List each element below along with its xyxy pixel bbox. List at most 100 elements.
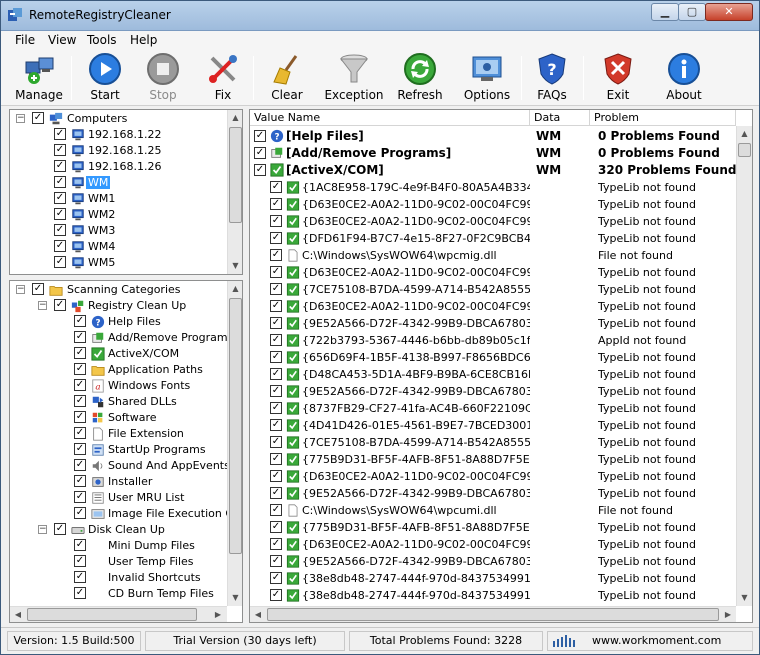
- about-button[interactable]: About: [661, 52, 707, 104]
- result-group-row[interactable]: ✓ [Add/Remove Programs] WM 0 Problems Found: [250, 145, 736, 162]
- category-checkbox[interactable]: ✓: [74, 395, 86, 407]
- clear-button[interactable]: Clear: [263, 52, 311, 104]
- category-checkbox[interactable]: ✓: [74, 411, 86, 423]
- computer-checkbox[interactable]: ✓: [54, 224, 66, 236]
- result-row[interactable]: ✓ {D63E0CE2-A0A2-11D0-9C02-00C04FC99C8E} T…: [250, 196, 736, 213]
- column-value-name[interactable]: Value Name: [250, 110, 530, 126]
- computer-checkbox[interactable]: ✓: [54, 208, 66, 220]
- computer-checkbox[interactable]: ✓: [54, 176, 66, 188]
- categories-scrollbar[interactable]: ▲ ▼: [227, 281, 242, 606]
- minimize-button[interactable]: ▁: [651, 3, 679, 21]
- categories-checkbox[interactable]: ✓: [32, 283, 44, 295]
- category-checkbox[interactable]: ✓: [74, 379, 86, 391]
- result-row[interactable]: ✓ {DFD61F94-B7C7-4e15-8F27-0F2C9BCB420C} T…: [250, 230, 736, 247]
- menu-file[interactable]: File: [15, 33, 35, 47]
- computer-checkbox[interactable]: ✓: [54, 192, 66, 204]
- refresh-button[interactable]: Refresh: [394, 52, 446, 104]
- computer-item[interactable]: ✓ 192.168.1.25: [10, 143, 226, 159]
- column-problem[interactable]: Problem: [590, 110, 736, 126]
- result-row-checkbox[interactable]: ✓: [270, 538, 282, 550]
- computers-scrollbar[interactable]: ▲ ▼: [227, 110, 242, 274]
- result-row-checkbox[interactable]: ✓: [270, 419, 282, 431]
- group-checkbox[interactable]: ✓: [54, 523, 66, 535]
- computer-item[interactable]: ✓ WM4: [10, 239, 226, 255]
- category-checkbox[interactable]: ✓: [74, 331, 86, 343]
- categories-expander[interactable]: −: [16, 285, 25, 294]
- results-scrollbar[interactable]: ▲ ▼: [736, 126, 752, 606]
- result-row-checkbox[interactable]: ✓: [270, 351, 282, 363]
- result-row-checkbox[interactable]: ✓: [270, 487, 282, 499]
- exit-button[interactable]: Exit: [595, 52, 641, 104]
- result-row-checkbox[interactable]: ✓: [270, 504, 282, 516]
- result-row-checkbox[interactable]: ✓: [270, 300, 282, 312]
- result-group-row[interactable]: ✓ [ActiveX/COM] WM 320 Problems Found: [250, 162, 736, 179]
- category-item[interactable]: ✓ Invalid Shortcuts: [10, 570, 226, 586]
- result-row-checkbox[interactable]: ✓: [270, 402, 282, 414]
- result-row[interactable]: ✓ {D63E0CE2-A0A2-11D0-9C02-00C04FC99C8E} T…: [250, 468, 736, 485]
- computer-checkbox[interactable]: ✓: [54, 256, 66, 268]
- category-item[interactable]: ✓ User MRU List: [10, 490, 226, 506]
- category-item[interactable]: ✓ File Extension: [10, 426, 226, 442]
- menu-help[interactable]: Help: [130, 33, 157, 47]
- fix-button[interactable]: Fix: [199, 52, 247, 104]
- result-group-row[interactable]: ✓? [Help Files] WM 0 Problems Found: [250, 128, 736, 145]
- category-checkbox[interactable]: ✓: [74, 539, 86, 551]
- result-row-checkbox[interactable]: ✓: [270, 317, 282, 329]
- category-item[interactable]: ✓ Mini Dump Files: [10, 538, 226, 554]
- computer-item[interactable]: ✓ WM1: [10, 191, 226, 207]
- category-item[interactable]: ✓ CD Burn Temp Files: [10, 586, 226, 602]
- computers-root[interactable]: − ✓ Computers: [10, 111, 226, 127]
- category-checkbox[interactable]: ✓: [74, 443, 86, 455]
- computer-item[interactable]: ✓ 192.168.1.22: [10, 127, 226, 143]
- computer-checkbox[interactable]: ✓: [54, 144, 66, 156]
- computer-item[interactable]: ✓ WM5: [10, 255, 226, 271]
- result-row-checkbox[interactable]: ✓: [270, 283, 282, 295]
- maximize-button[interactable]: ▢: [678, 3, 706, 21]
- category-item[interactable]: ✓ Application Paths: [10, 362, 226, 378]
- category-item[interactable]: ✓ Add/Remove Programs: [10, 330, 233, 346]
- computer-item[interactable]: ✓ 192.168.1.26: [10, 159, 226, 175]
- category-item[interactable]: ✓ User Temp Files: [10, 554, 226, 570]
- results-hscrollbar[interactable]: ◀ ▶: [250, 606, 736, 622]
- category-item[interactable]: ✓ Shared DLLs: [10, 394, 226, 410]
- result-row[interactable]: ✓ {38e8db48-2747-444f-970d-8437534991ca} T…: [250, 587, 736, 604]
- computer-item[interactable]: ✓ WM3: [10, 223, 226, 239]
- menu-tools[interactable]: Tools: [87, 33, 117, 47]
- group-row-checkbox[interactable]: ✓: [254, 130, 266, 142]
- result-row[interactable]: ✓ {D63E0CE2-A0A2-11D0-9C02-00C04FC99C8E} T…: [250, 213, 736, 230]
- category-checkbox[interactable]: ✓: [74, 363, 86, 375]
- scanning-categories-root[interactable]: − ✓ Scanning Categories: [10, 282, 226, 298]
- options-button[interactable]: Options: [459, 52, 515, 104]
- categories-tree[interactable]: − ✓ Scanning Categories − ✓ Registry Clean Up…: [9, 280, 243, 623]
- category-item[interactable]: ✓? Help Files: [10, 314, 226, 330]
- result-row[interactable]: ✓ {9E52A566-D72F-4342-99B9-DBCA6780385F} T…: [250, 485, 736, 502]
- category-checkbox[interactable]: ✓: [74, 427, 86, 439]
- result-row-checkbox[interactable]: ✓: [270, 368, 282, 380]
- group-expander[interactable]: −: [38, 301, 47, 310]
- category-checkbox[interactable]: ✓: [74, 459, 86, 471]
- category-item[interactable]: ✓ ActiveX/COM: [10, 346, 226, 362]
- result-row-checkbox[interactable]: ✓: [270, 453, 282, 465]
- manage-button[interactable]: Manage: [11, 52, 67, 104]
- result-row-checkbox[interactable]: ✓: [270, 198, 282, 210]
- faqs-button[interactable]: ? FAQs: [529, 52, 575, 104]
- result-row-checkbox[interactable]: ✓: [270, 215, 282, 227]
- category-checkbox[interactable]: ✓: [74, 587, 86, 599]
- result-row[interactable]: ✓ {4D41D426-01E5-4561-B9E7-7BCED30011A4} T…: [250, 417, 736, 434]
- group-row-checkbox[interactable]: ✓: [254, 164, 266, 176]
- group-expander[interactable]: −: [38, 525, 47, 534]
- result-row-checkbox[interactable]: ✓: [270, 266, 282, 278]
- result-row[interactable]: ✓ {7CE75108-B7DA-4599-A714-B542A8555357} T…: [250, 434, 736, 451]
- result-row[interactable]: ✓ {722b3793-5367-4446-b6bb-db89b05c1f24} A…: [250, 332, 736, 349]
- category-checkbox[interactable]: ✓: [74, 507, 86, 519]
- result-row-checkbox[interactable]: ✓: [270, 385, 282, 397]
- status-website[interactable]: www.workmoment.com: [547, 631, 753, 651]
- result-row[interactable]: ✓ {38e8db48-2747-444f-970d-8437534991ca} T…: [250, 570, 736, 587]
- computers-checkbox[interactable]: ✓: [32, 112, 44, 124]
- close-button[interactable]: ✕: [705, 3, 753, 21]
- result-row[interactable]: ✓ {775B9D31-BF5F-4AFB-8F51-8A88D7F5E3FF} T…: [250, 519, 736, 536]
- category-checkbox[interactable]: ✓: [74, 491, 86, 503]
- result-row-checkbox[interactable]: ✓: [270, 181, 282, 193]
- result-row[interactable]: ✓ {7CE75108-B7DA-4599-A714-B542A8555357} T…: [250, 281, 736, 298]
- result-row[interactable]: ✓ {9E52A566-D72F-4342-99B9-DBCA6780385F} T…: [250, 553, 736, 570]
